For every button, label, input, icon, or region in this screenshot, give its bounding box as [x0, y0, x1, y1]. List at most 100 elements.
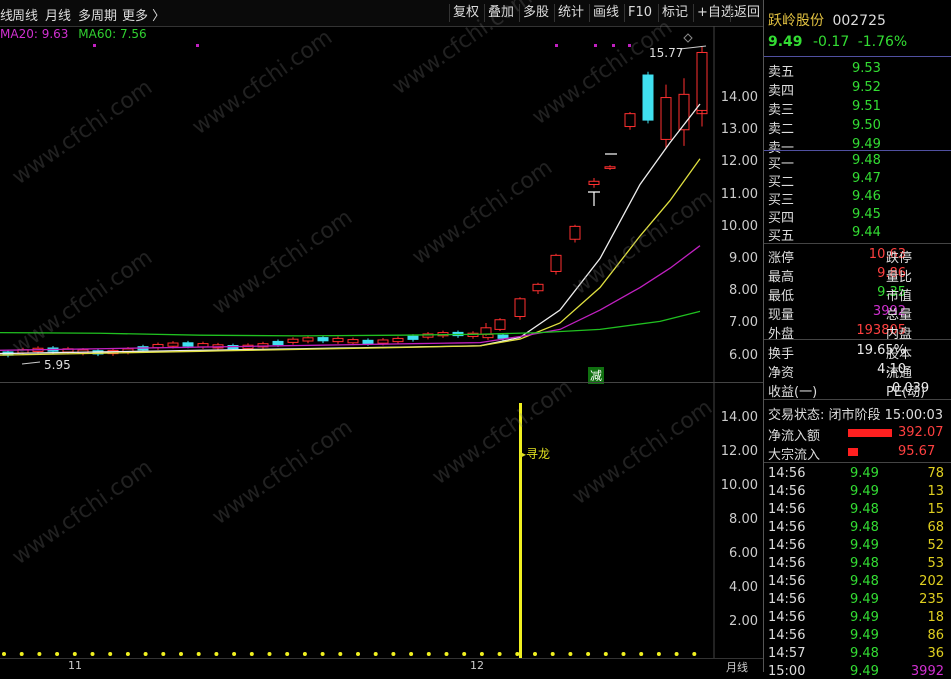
tick-row: 14:56 9.49 13 [768, 484, 944, 499]
tick-row: 14:56 9.49 18 [768, 610, 944, 625]
f10-button[interactable]: F10 [624, 4, 655, 22]
flow-bar [848, 448, 858, 456]
baseline-dot [196, 652, 201, 656]
period-week-tab[interactable]: 周线 [12, 5, 38, 24]
candle-body [550, 254, 562, 272]
stat-label-2: 股本 [886, 347, 913, 362]
candle-body [392, 337, 404, 343]
flow-bar [848, 429, 892, 437]
stat-row: 换手 19.65% 股本 [768, 343, 912, 362]
ask-price: 9.53 [852, 61, 881, 76]
ask-row[interactable]: 卖三 9.51 [768, 99, 881, 118]
panel-divider [764, 339, 951, 340]
period-label[interactable]: 月线 [726, 659, 748, 675]
xunlong-signal-bar [519, 403, 522, 658]
bid-row[interactable]: 买三 9.46 [768, 189, 881, 208]
candle-body [480, 327, 492, 335]
baseline-dot [125, 652, 130, 656]
ask-row[interactable]: 卖四 9.52 [768, 80, 881, 99]
baseline-dot [19, 652, 24, 656]
baseline-dot [656, 652, 661, 656]
tick-volume: 52 [927, 538, 944, 553]
candlestick-chart[interactable]: MA20: 9.63 MA60: 7.56 15.77 5.95 减 14.00… [0, 26, 763, 384]
tick-volume: 202 [919, 574, 944, 589]
candle-body [482, 333, 494, 339]
tick-row: 14:56 9.49 78 [768, 466, 944, 481]
baseline-dot [586, 652, 591, 656]
tick-price: 9.48 [850, 520, 879, 535]
stat-label: 涨停 [768, 251, 795, 266]
candle-body [532, 283, 544, 292]
signal-dot [196, 44, 199, 47]
baseline-dot [621, 652, 626, 656]
baseline-dot [692, 652, 697, 656]
bid-label: 买四 [768, 211, 795, 226]
tick-time: 14:56 [768, 628, 806, 643]
price-axis-label: 13.00 [720, 122, 758, 138]
tick-time: 14:56 [768, 538, 806, 553]
tick-price: 9.48 [850, 502, 879, 517]
bid-row[interactable]: 买五 9.44 [768, 225, 881, 244]
tick-time: 14:56 [768, 556, 806, 571]
indicator-axis-label: 10.00 [720, 478, 758, 493]
back-button[interactable]: 返回 [730, 4, 763, 22]
tick-time: 14:56 [768, 466, 806, 481]
multi-period-tab[interactable]: 多周期 [78, 5, 117, 24]
ask-row[interactable]: 卖五 9.53 [768, 61, 881, 80]
statistics-button[interactable]: 统计 [554, 4, 587, 22]
chart-toolbar: 线 周线 月线 多周期 更多 〉 复权 叠加 多股 统计 画线 F10 标记 +… [0, 0, 763, 27]
indicator-axis-label: 4.00 [729, 580, 758, 595]
baseline-dot [285, 652, 290, 656]
bid-row[interactable]: 买四 9.45 [768, 207, 881, 226]
bid-row[interactable]: 买一 9.48 [768, 153, 881, 172]
baseline-dot [497, 652, 502, 656]
ask-row[interactable]: 卖二 9.50 [768, 118, 881, 137]
candle-body [167, 342, 179, 347]
tick-volume: 36 [927, 646, 944, 661]
indicator-svg[interactable] [0, 383, 763, 658]
tick-volume: 235 [919, 592, 944, 607]
period-month-tab[interactable]: 月线 [45, 5, 71, 24]
diamond-icon [683, 33, 693, 43]
more-menu[interactable]: 更多 〉 [122, 5, 165, 24]
flow-value: 95.67 [898, 444, 936, 459]
stat-label-2: 流通 [886, 366, 913, 381]
baseline-dot [37, 652, 42, 656]
stat-label: 收益(一) [768, 385, 818, 400]
tick-price: 9.49 [850, 592, 879, 607]
signal-dot [594, 44, 597, 47]
stat-row: 最高 9.86 量比 [768, 266, 912, 285]
tick-volume: 18 [927, 610, 944, 625]
stat-row: 现量 3992 总量 [768, 304, 912, 323]
indicator-axis-label: 8.00 [729, 512, 758, 527]
baseline-dot [320, 652, 325, 656]
indicator-chart[interactable]: ▸寻龙 14.00 12.00 10.00 8.00 6.00 4.00 2.00 [0, 383, 763, 658]
stat-label-2: 量比 [886, 270, 913, 285]
tick-price: 9.49 [850, 538, 879, 553]
candle-body [377, 339, 389, 344]
t-mark [588, 191, 600, 206]
tick-volume: 78 [927, 466, 944, 481]
baseline-dot [302, 652, 307, 656]
candle-body [182, 342, 194, 347]
ask-price: 9.50 [852, 118, 881, 133]
candle-body [497, 334, 509, 339]
baseline-dot [267, 652, 272, 656]
bid-row[interactable]: 买二 9.47 [768, 171, 881, 190]
stock-code: 002725 [832, 13, 886, 29]
bid-price: 9.47 [852, 171, 881, 186]
tick-row: 14:56 9.48 68 [768, 520, 944, 535]
candlestick-svg[interactable] [0, 26, 763, 382]
stat-label-2: 总量 [886, 308, 913, 323]
xunlong-signal-label: ▸寻龙 [520, 447, 551, 461]
baseline-dot [603, 652, 608, 656]
indicator-axis-label: 14.00 [720, 410, 758, 425]
candle-body [642, 74, 654, 121]
draw-line-button[interactable]: 画线 [589, 4, 622, 22]
bid-label: 买五 [768, 229, 795, 244]
baseline-dot [426, 652, 431, 656]
tick-price: 9.48 [850, 556, 879, 571]
stat-label: 换手 [768, 347, 795, 362]
tick-row: 14:56 9.49 235 [768, 592, 944, 607]
stat-row: 净资 4.10 流通 [768, 362, 912, 381]
